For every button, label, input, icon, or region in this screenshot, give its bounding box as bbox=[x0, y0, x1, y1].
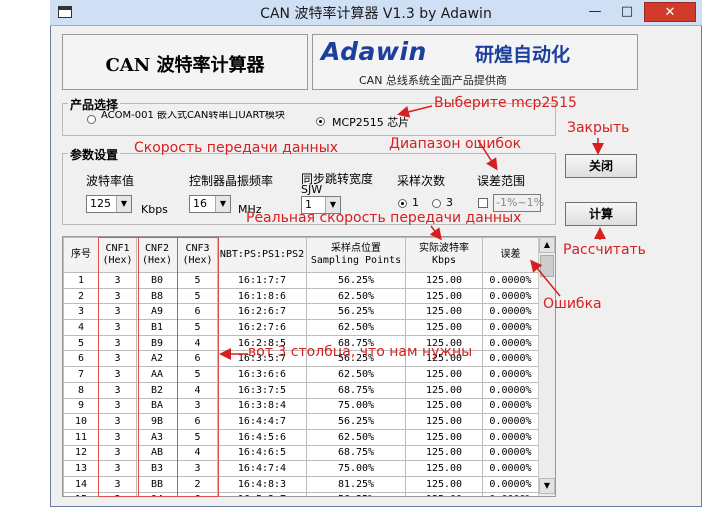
arrow-error bbox=[530, 259, 561, 297]
annotation-three-cols: вот 3 столбца, что нам нужны bbox=[248, 344, 473, 360]
annotation-calc: Рассчитать bbox=[563, 242, 646, 258]
annotation-real-speed: Реальная скорость передачи данных bbox=[246, 210, 522, 226]
annotation-speed: Скорость передачи данных bbox=[134, 140, 339, 156]
annotation-close: Закрыть bbox=[567, 120, 630, 136]
annotation-error: Ошибка bbox=[543, 296, 602, 312]
arrow-select-mcp bbox=[397, 105, 433, 118]
annotation-error-range: Диапазон ошибок bbox=[389, 136, 522, 152]
annotation-select-mcp: Выберите mcp2515 bbox=[434, 95, 577, 111]
arrow-real-speed bbox=[429, 225, 442, 241]
